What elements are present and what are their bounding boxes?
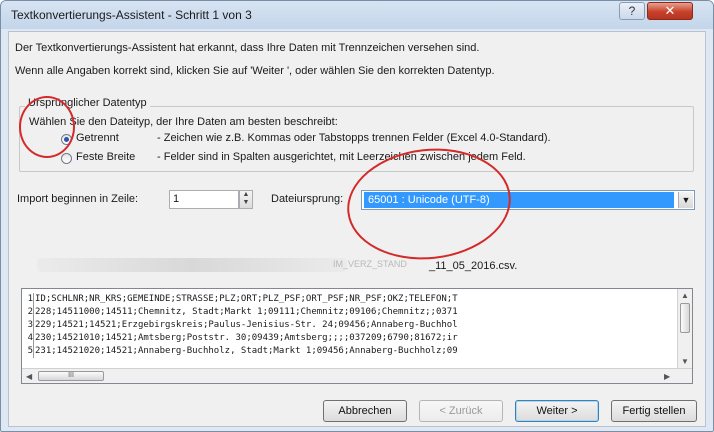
preview-horizontal-scrollbar[interactable]: ◀ III ▶ xyxy=(22,368,692,383)
redacted-filename: IM_VERZ_STAND xyxy=(37,258,407,272)
intro-line-1: Der Textkonvertierungs-Assistent hat erk… xyxy=(15,42,480,54)
dropdown-arrow-icon[interactable]: ▼ xyxy=(678,192,693,208)
import-start-row-spinner[interactable]: ▲ ▼ xyxy=(239,190,253,209)
help-button[interactable]: ? xyxy=(619,2,645,20)
radio-delimited-description: - Zeichen wie z.B. Kommas oder Tabstopps… xyxy=(157,132,551,144)
scroll-down-arrow-icon[interactable]: ▼ xyxy=(681,357,689,366)
scroll-up-arrow-icon[interactable]: ▲ xyxy=(681,291,689,300)
import-start-label: Import beginnen in Zeile: xyxy=(17,193,139,205)
preview-row: 3 229;14521;14521;Erzgebirgskreis;Paulus-… xyxy=(22,319,678,332)
preview-row: 2 228;14511000;14511;Chemnitz, Stadt;Mark… xyxy=(22,306,678,319)
text-import-wizard-window: Textkonvertierungs-Assistent - Schritt 1… xyxy=(0,0,714,432)
intro-line-2: Wenn alle Angaben korrekt sind, klicken … xyxy=(15,65,495,77)
preview-vertical-scrollbar[interactable]: ▲ ▼ xyxy=(677,289,692,369)
scroll-right-arrow-icon[interactable]: ▶ xyxy=(664,372,670,381)
radio-delimited-label[interactable]: Getrennt xyxy=(76,132,119,144)
preview-row: 1 ID;SCHLNR;NR_KRS;GEMEINDE;STRASSE;PLZ;O… xyxy=(22,293,678,306)
redacted-filename-text: IM_VERZ_STAND xyxy=(333,259,407,269)
file-origin-label: Dateiursprung: xyxy=(271,193,344,205)
horizontal-scroll-thumb[interactable]: III xyxy=(38,371,104,381)
finish-button[interactable]: Fertig stellen xyxy=(611,400,697,422)
annotation-circle-delimited xyxy=(19,96,75,158)
close-button[interactable]: ✕ xyxy=(647,2,693,20)
vertical-scroll-thumb[interactable] xyxy=(680,303,690,333)
data-preview-box[interactable]: 1 ID;SCHLNR;NR_KRS;GEMEINDE;STRASSE;PLZ;O… xyxy=(21,288,693,384)
spin-up-icon[interactable]: ▲ xyxy=(240,191,252,199)
datatype-prompt: Wählen Sie den Dateityp, der Ihre Daten … xyxy=(29,116,338,128)
radio-fixed-width[interactable] xyxy=(61,153,72,164)
next-button[interactable]: Weiter > xyxy=(515,400,599,422)
preview-filename: _11_05_2016.csv. xyxy=(429,260,518,272)
spin-down-icon[interactable]: ▼ xyxy=(240,199,252,207)
import-start-row-input[interactable]: 1 xyxy=(169,190,239,209)
cancel-button[interactable]: Abbrechen xyxy=(323,400,407,422)
title-bar[interactable]: Textkonvertierungs-Assistent - Schritt 1… xyxy=(1,1,713,29)
preview-row: 5 231;14521020;14521;Annaberg-Buchholz, S… xyxy=(22,345,678,358)
scroll-left-arrow-icon[interactable]: ◀ xyxy=(26,372,32,381)
back-button[interactable]: < Zurück xyxy=(419,400,503,422)
radio-fixed-width-label[interactable]: Feste Breite xyxy=(76,151,135,163)
preview-row: 4 230;14521010;14521;Amtsberg;Poststr. 30… xyxy=(22,332,678,345)
window-title: Textkonvertierungs-Assistent - Schritt 1… xyxy=(11,8,252,22)
